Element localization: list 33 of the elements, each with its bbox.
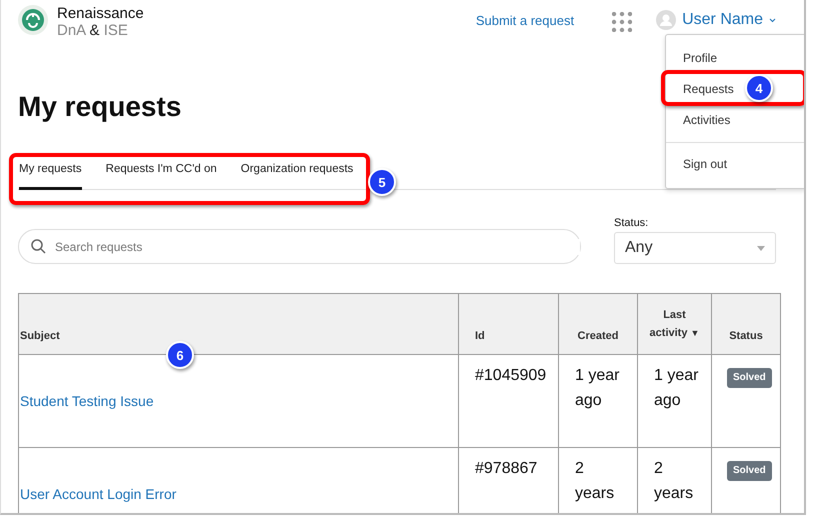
menu-item[interactable]: Sign out: [666, 149, 732, 180]
caret-icon: [769, 18, 776, 22]
request-subject-link[interactable]: User Account Login Error: [20, 486, 176, 502]
tab[interactable]: My requests: [19, 157, 82, 190]
status-badge: Solved: [727, 368, 772, 388]
submit-request-link[interactable]: Submit a request: [476, 13, 574, 28]
column-header[interactable]: Last activity ▼: [638, 294, 712, 354]
menu-item[interactable]: Activities: [666, 105, 734, 136]
logo-icon: [18, 5, 48, 35]
avatar-icon: [656, 10, 676, 30]
column-header: Status: [712, 294, 780, 354]
dropdown-arrow-icon: [757, 246, 765, 250]
column-header: Created: [558, 294, 638, 354]
table-cell: #1045909: [458, 354, 558, 448]
status-dropdown[interactable]: Any: [614, 232, 776, 264]
logo-wordmark: Renaissance: [57, 5, 144, 22]
request-subject-link[interactable]: Student Testing Issue: [20, 392, 154, 408]
logo-subtitle: DnA & ISE: [57, 22, 129, 39]
table-cell: 1 year ago: [638, 354, 712, 448]
apps-grid-icon[interactable]: [612, 12, 632, 32]
column-header: Id: [458, 294, 558, 354]
menu-item[interactable]: Profile: [666, 43, 722, 74]
status-badge: Solved: [727, 461, 772, 481]
status-label: Status:: [614, 217, 650, 229]
page-title: My requests: [18, 91, 182, 123]
search-field[interactable]: Search requests: [18, 229, 581, 264]
search-icon: [31, 239, 46, 254]
table-cell: 1 year ago: [558, 354, 638, 448]
user-menu-button[interactable]: User Name: [656, 10, 776, 30]
menu-item[interactable]: Requests: [666, 74, 738, 105]
tab[interactable]: Organization requests: [240, 157, 354, 190]
step-number-badge: 5: [368, 168, 396, 196]
tab[interactable]: Requests I'm CC'd on: [106, 157, 217, 190]
